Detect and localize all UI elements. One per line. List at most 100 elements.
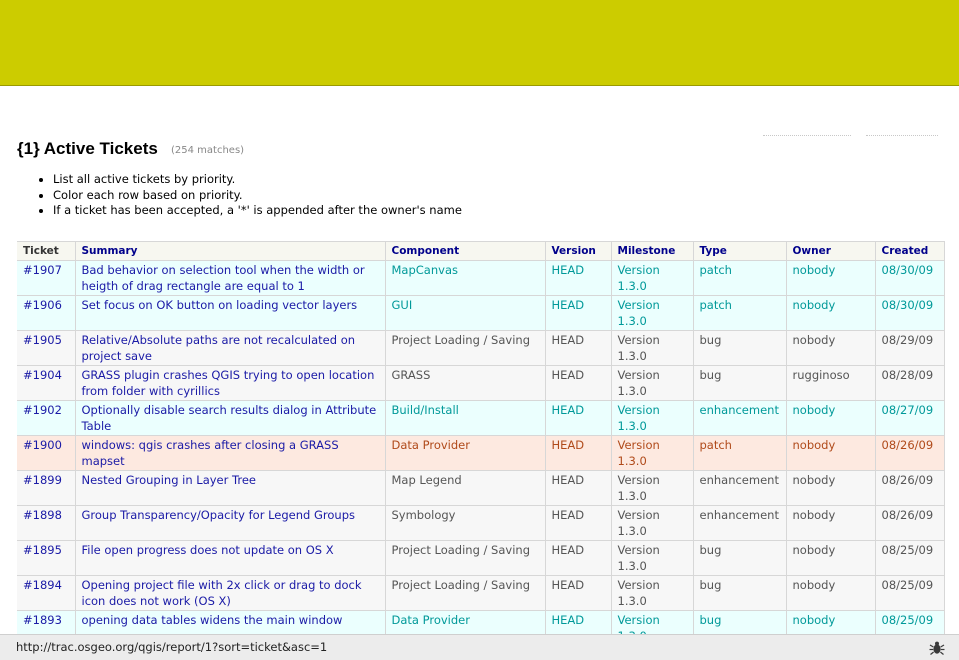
column-header-type[interactable]: Type [693,241,787,261]
column-header-milestone[interactable]: Milestone [611,241,694,261]
summary-link[interactable]: Nested Grouping in Layer Tree [82,473,256,487]
cell-created: 08/30/09 [875,260,945,296]
column-header-created[interactable]: Created [875,241,945,261]
cell-ticket: #1906 [17,295,76,331]
cell-component: Project Loading / Saving [385,330,546,366]
cell-component: Build/Install [385,400,546,436]
cell-version: HEAD [545,470,612,506]
cell-created: 08/25/09 [875,575,945,611]
bug-icon[interactable] [928,639,946,657]
cell-version: HEAD [545,505,612,541]
cell-type: bug [693,540,787,576]
cell-owner: nobody [786,400,876,436]
cell-version: HEAD [545,295,612,331]
column-header-owner[interactable]: Owner [786,241,876,261]
table-row: #1907 Bad behavior on selection tool when… [17,260,945,296]
cell-created: 08/29/09 [875,330,945,366]
cell-component: GRASS [385,365,546,401]
cell-ticket: #1899 [17,470,76,506]
cell-component: Map Legend [385,470,546,506]
table-row: #1898 Group Transparency/Opacity for Lege… [17,505,945,541]
ticket-link[interactable]: #1898 [23,508,62,522]
status-bar: http://trac.osgeo.org/qgis/report/1?sort… [0,634,959,660]
match-count: (254 matches) [171,145,245,156]
cell-version: HEAD [545,330,612,366]
cell-type: bug [693,575,787,611]
description-item: If a ticket has been accepted, a '*' is … [53,203,753,219]
cell-owner: nobody [786,330,876,366]
cell-milestone: Version 1.3.0 [611,575,694,611]
cell-type: patch [693,295,787,331]
cell-milestone: Version 1.3.0 [611,260,694,296]
ticket-link[interactable]: #1904 [23,368,62,382]
table-row: #1906 Set focus on OK button on loading v… [17,295,945,331]
table-row: #1895 File open progress does not update … [17,540,945,576]
ticket-link[interactable]: #1895 [23,543,62,557]
cell-component: GUI [385,295,546,331]
cell-owner: nobody [786,470,876,506]
context-nav-link[interactable] [763,135,851,137]
site-banner [0,0,959,86]
cell-component: Project Loading / Saving [385,575,546,611]
cell-ticket: #1905 [17,330,76,366]
cell-type: patch [693,260,787,296]
cell-version: HEAD [545,540,612,576]
summary-link[interactable]: Relative/Absolute paths are not recalcul… [82,333,356,363]
summary-link[interactable]: Set focus on OK button on loading vector… [82,298,358,312]
cell-milestone: Version 1.3.0 [611,365,694,401]
ticket-link[interactable]: #1906 [23,298,62,312]
column-header-component[interactable]: Component [385,241,546,261]
cell-ticket: #1904 [17,365,76,401]
banner-divider [0,85,959,86]
summary-link[interactable]: Optionally disable search results dialog… [82,403,377,433]
cell-summary: Relative/Absolute paths are not recalcul… [75,330,386,366]
cell-summary: Set focus on OK button on loading vector… [75,295,386,331]
table-header-row: Ticket Summary Component Version Milesto… [17,241,945,261]
column-header-summary[interactable]: Summary [75,241,386,261]
ticket-link[interactable]: #1905 [23,333,62,347]
cell-ticket: #1900 [17,435,76,471]
cell-component: Data Provider [385,435,546,471]
cell-created: 08/30/09 [875,295,945,331]
cell-summary: GRASS plugin crashes QGIS trying to open… [75,365,386,401]
summary-link[interactable]: opening data tables widens the main wind… [82,613,343,627]
ticket-link[interactable]: #1894 [23,578,62,592]
table-row: #1899 Nested Grouping in Layer Tree Map Le… [17,470,945,506]
description-item: List all active tickets by priority. [53,172,753,188]
context-nav-link[interactable] [866,135,938,137]
cell-version: HEAD [545,435,612,471]
cell-type: bug [693,365,787,401]
cell-created: 08/26/09 [875,435,945,471]
summary-link[interactable]: Opening project file with 2x click or dr… [82,578,362,608]
summary-link[interactable]: File open progress does not update on OS… [82,543,334,557]
column-header-version[interactable]: Version [545,241,612,261]
tickets-table-body: #1907 Bad behavior on selection tool when… [17,260,945,646]
ticket-link[interactable]: #1900 [23,438,62,452]
tickets-table: Ticket Summary Component Version Milesto… [17,241,945,646]
ticket-link[interactable]: #1893 [23,613,62,627]
ticket-link[interactable]: #1907 [23,263,62,277]
summary-link[interactable]: GRASS plugin crashes QGIS trying to open… [82,368,375,398]
cell-summary: Bad behavior on selection tool when the … [75,260,386,296]
ticket-link[interactable]: #1902 [23,403,62,417]
summary-link[interactable]: Group Transparency/Opacity for Legend Gr… [82,508,356,522]
cell-version: HEAD [545,365,612,401]
cell-summary: Nested Grouping in Layer Tree [75,470,386,506]
cell-milestone: Version 1.3.0 [611,295,694,331]
cell-owner: rugginoso [786,365,876,401]
ticket-link[interactable]: #1899 [23,473,62,487]
summary-link[interactable]: windows: qgis crashes after closing a GR… [82,438,339,468]
summary-link[interactable]: Bad behavior on selection tool when the … [82,263,365,293]
cell-ticket: #1894 [17,575,76,611]
cell-version: HEAD [545,260,612,296]
cell-owner: nobody [786,295,876,331]
cell-component: Project Loading / Saving [385,540,546,576]
cell-ticket: #1902 [17,400,76,436]
table-row: #1894 Opening project file with 2x click … [17,575,945,611]
cell-summary: Opening project file with 2x click or dr… [75,575,386,611]
description-item: Color each row based on priority. [53,188,753,204]
status-url: http://trac.osgeo.org/qgis/report/1?sort… [16,640,328,654]
column-header-ticket[interactable]: Ticket [17,241,76,261]
cell-type: bug [693,330,787,366]
cell-created: 08/25/09 [875,540,945,576]
